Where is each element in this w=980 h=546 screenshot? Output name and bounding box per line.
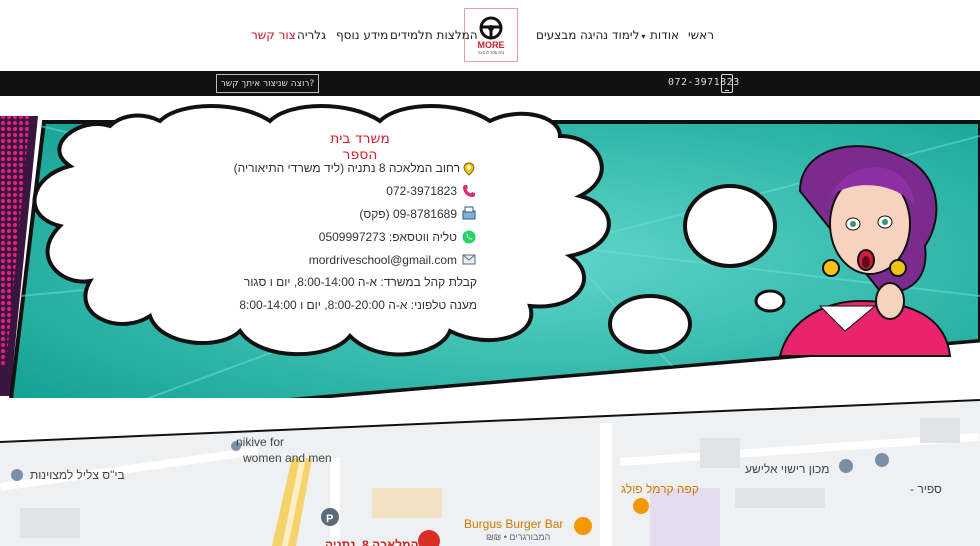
google-map[interactable]: P nikive for women and men בי"ס צליל למצ… [0, 398, 980, 546]
map-label-women-men: women and men [243, 451, 332, 465]
phone-hours: מענה טלפוני: א-ה 8:00-20:00, יום ו 8:00-… [239, 298, 477, 312]
map-label-burger-sub: המבורגרים • ₪₪ [486, 532, 551, 542]
nav-about[interactable]: אודות [650, 28, 679, 42]
nav-more-info[interactable]: מידע נוסף [336, 28, 388, 42]
office-fax: 09-8781689 (פקס) [359, 207, 457, 221]
map-label-partial: nikive for [236, 435, 285, 449]
chevron-down-icon: ▾ [641, 32, 646, 41]
phone-icon [462, 184, 476, 198]
nav-deals[interactable]: מבצעים [536, 28, 576, 42]
map-label-burger: Burgus Burger Bar [464, 517, 564, 531]
fax-icon [462, 206, 476, 220]
map-label-licensing: מכון רישוי אלישע [745, 462, 830, 476]
mobile-phone-icon [721, 74, 733, 93]
location-pin-icon [462, 162, 476, 176]
logo-subtitle: בית ספר לנהיגה [477, 49, 505, 55]
whatsapp-icon [462, 230, 476, 244]
callback-button[interactable]: רוצה שניצור איתך קשר? [216, 74, 319, 93]
map-label-sapir: ספיר - [910, 482, 942, 496]
office-email[interactable]: mordriveschool@gmail.com [309, 253, 457, 267]
office-address: רחוב המלאכה 8 נתניה (ליד משרדי התיאוריה) [233, 161, 460, 175]
svg-text:P: P [326, 513, 333, 525]
office-title: משרד בית הספר [330, 131, 390, 163]
site-header: ראשי אודות לימוד נהיגה ▾ מבצעים MORE בית … [0, 0, 980, 71]
nav-lessons[interactable]: לימוד נהיגה ▾ [580, 28, 645, 42]
logo-name: MORE [477, 39, 505, 50]
map-label-school: בי"ס צליל למצוינות [30, 468, 125, 482]
map-label-cafe: קפה קרמל פולג [621, 482, 699, 496]
nav-home[interactable]: ראשי [688, 28, 714, 42]
comic-background [0, 104, 980, 436]
nav-contact[interactable]: צור קשר [251, 28, 296, 42]
nav-reviews[interactable]: המלצות תלמידים [390, 28, 478, 42]
map-label-street: המלאכה 8, נתניה [325, 538, 419, 546]
top-contact-bar: רוצה שניצור איתך קשר? 072-3971823 [0, 71, 980, 96]
email-icon [462, 252, 476, 266]
office-phone[interactable]: 072-3971823 [386, 184, 457, 198]
office-hours: קבלת קהל במשרד: א-ה 8:00-14:00, יום ו סג… [243, 275, 477, 289]
office-whatsapp[interactable]: טליה ווטסאפ: 0509997273 [319, 230, 457, 244]
nav-gallery[interactable]: גלריה [297, 28, 326, 42]
comic-contact-banner [0, 96, 980, 436]
steering-wheel-icon [479, 16, 503, 39]
nav-lessons-label: לימוד נהיגה [580, 28, 640, 42]
